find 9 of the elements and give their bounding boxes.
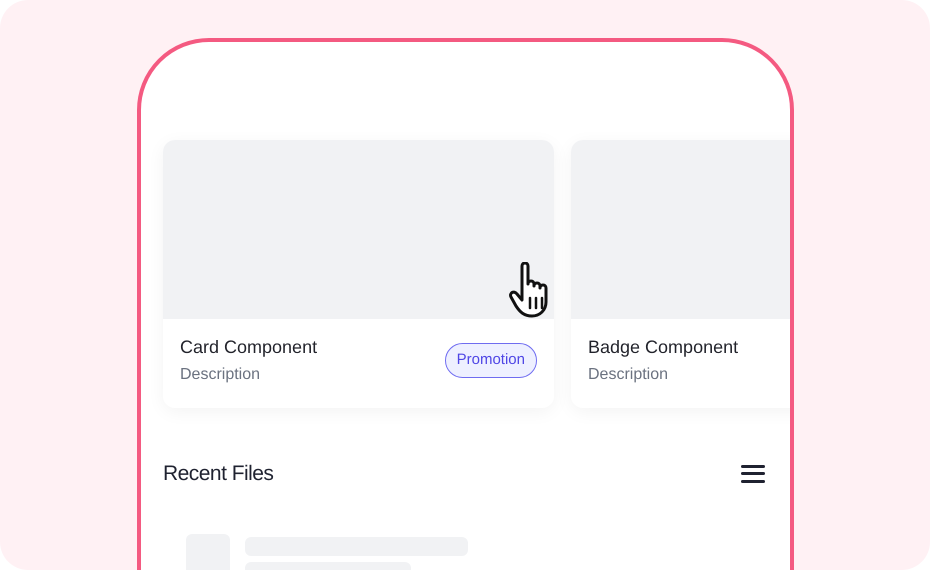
card-description: Description	[588, 365, 670, 385]
card-title: Badge Component	[588, 336, 738, 359]
section-title: Recent Files	[163, 461, 274, 487]
card[interactable]: Card Component Description Promotion	[163, 140, 554, 408]
promotion-badge: Promotion	[444, 343, 537, 378]
card-description: Description	[180, 365, 262, 385]
card-title: Card Component	[180, 336, 318, 359]
menu-icon[interactable]	[741, 464, 765, 483]
card[interactable]: Badge Component Description	[571, 140, 790, 408]
